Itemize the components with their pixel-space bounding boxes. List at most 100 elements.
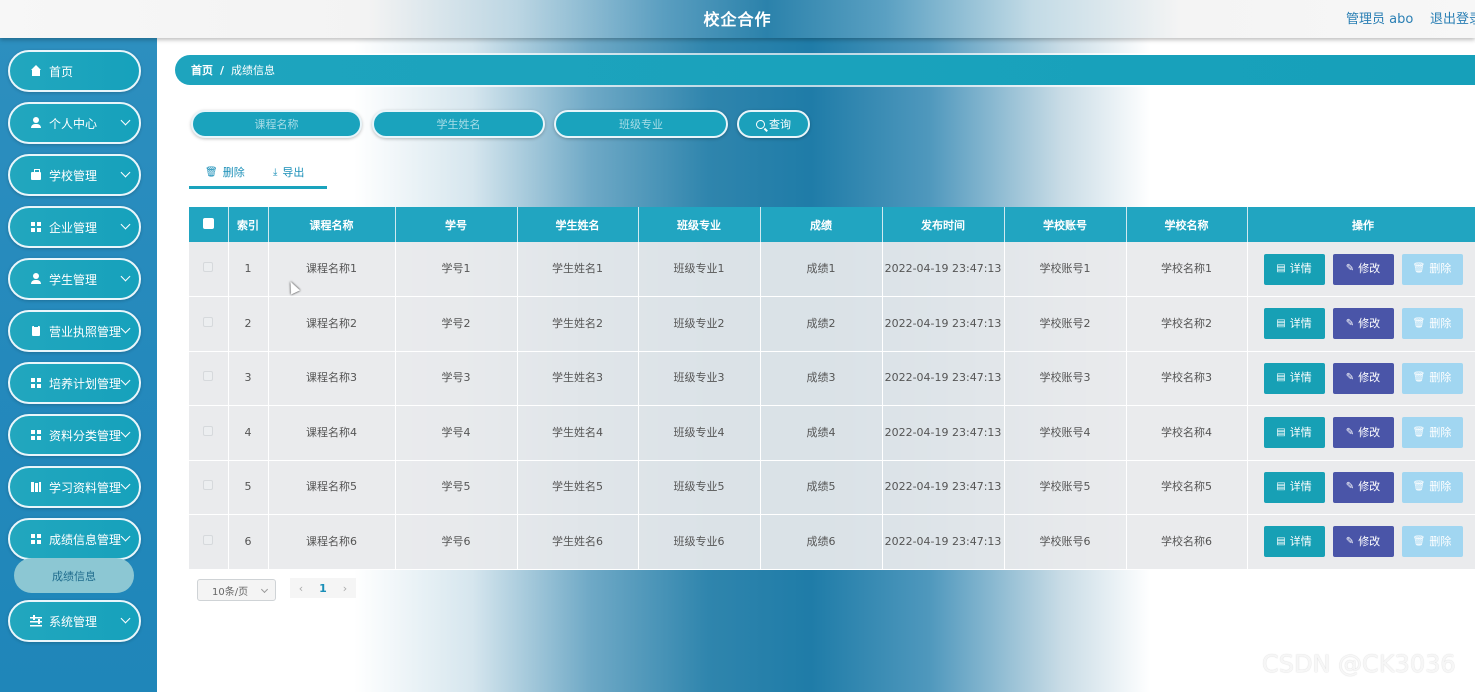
breadcrumb-home[interactable]: 首页 <box>191 62 213 78</box>
row-checkbox[interactable] <box>203 534 214 545</box>
sidebar-item-6[interactable]: 营业执照管理 <box>8 310 141 352</box>
export-label: 导出 <box>282 166 305 179</box>
sidebar-item-5[interactable]: 学生管理 <box>8 258 141 300</box>
row-checkbox[interactable] <box>203 480 214 491</box>
detail-button-label: 详情 <box>1289 262 1312 275</box>
table-cell: 学号4 <box>395 405 518 461</box>
detail-button-label: 详情 <box>1289 316 1312 330</box>
document-icon: ▤ <box>1276 372 1286 384</box>
student-name-search-input[interactable] <box>372 110 545 138</box>
delete-button[interactable]: 🗑 删除 <box>1401 362 1463 394</box>
table-cell: 学校账号4 <box>1004 405 1127 461</box>
page-number-current[interactable]: 1 <box>312 582 334 595</box>
batch-delete-button[interactable]: 🗑 删除 <box>205 164 245 180</box>
table-cell: 2022-04-19 23:47:13 <box>882 405 1005 461</box>
delete-button[interactable]: 🗑 删除 <box>1401 417 1463 449</box>
sidebar-item-label: 企业管理 <box>49 220 98 235</box>
delete-button[interactable]: 🗑 删除 <box>1401 253 1463 285</box>
select-all-checkbox[interactable] <box>202 217 214 229</box>
search-button-label: 查询 <box>769 118 791 131</box>
row-checkbox[interactable] <box>203 262 214 272</box>
chevron-down-icon <box>120 323 131 334</box>
detail-button[interactable]: ▤ 详情 <box>1263 253 1325 285</box>
sidebar-item-label: 学生管理 <box>49 272 98 287</box>
sidebar-item-1[interactable]: 首页 <box>8 50 141 92</box>
row-select-cell <box>189 514 229 570</box>
delete-button[interactable]: 🗑 删除 <box>1401 526 1463 558</box>
detail-button[interactable]: ▤ 详情 <box>1263 362 1325 394</box>
detail-button-label: 详情 <box>1289 425 1312 439</box>
delete-button[interactable]: 🗑 删除 <box>1401 308 1463 340</box>
table-row: 2 课程名称2 学号2 学生姓名2 班级专业2 成绩2 2022-04-19 23:47:1… <box>189 296 1475 352</box>
document-icon: ▤ <box>1276 535 1286 547</box>
sidebar-item-7[interactable]: 培养计划管理 <box>8 362 141 404</box>
detail-button[interactable]: ▤ 详情 <box>1263 526 1325 558</box>
course-name-search-input[interactable] <box>191 110 362 138</box>
export-button[interactable]: ⤓ 导出 <box>273 164 304 180</box>
detail-button[interactable]: ▤ 详情 <box>1263 308 1325 340</box>
sidebar-item-9[interactable]: 学习资料管理 <box>8 466 141 508</box>
delete-button-label: 删除 <box>1429 480 1452 494</box>
admin-label[interactable]: 管理员 abo <box>1346 8 1413 27</box>
table-cell: 2022-04-19 23:47:13 <box>882 296 1005 352</box>
table-cell: 成绩4 <box>760 405 883 461</box>
page-size-select[interactable]: 10条/页 <box>197 579 276 601</box>
row-checkbox[interactable] <box>203 316 214 327</box>
row-actions-cell: ▤ 详情 ✎ 修改 🗑 删除 <box>1247 296 1475 352</box>
trash-icon: 🗑 <box>1412 535 1426 547</box>
sidebar-item-label: 资料分类管理 <box>49 428 122 443</box>
column-header: 操作 <box>1247 207 1475 242</box>
detail-button[interactable]: ▤ 详情 <box>1263 417 1325 449</box>
next-page-button[interactable]: › <box>334 582 356 595</box>
pencil-icon: ✎ <box>1345 372 1355 384</box>
table-cell: 学校名称1 <box>1126 242 1248 297</box>
table-cell: 学号5 <box>395 460 518 515</box>
prev-page-button[interactable]: ‹ <box>290 582 312 595</box>
sidebar-item-label: 系统管理 <box>49 614 98 629</box>
edit-button[interactable]: ✎ 修改 <box>1332 526 1394 558</box>
pencil-icon: ✎ <box>1345 535 1355 547</box>
row-checkbox[interactable] <box>203 425 214 436</box>
search-button[interactable]: 查询 <box>737 110 810 138</box>
table-cell: 班级专业5 <box>638 460 761 515</box>
column-header: 班级专业 <box>638 207 761 242</box>
sidebar-item-4[interactable]: 企业管理 <box>8 206 141 248</box>
sidebar-item-label: 培养计划管理 <box>49 376 122 391</box>
chevron-down-icon <box>260 585 269 594</box>
logout-link[interactable]: 退出登录 <box>1430 8 1475 27</box>
class-major-search-input[interactable] <box>554 110 728 138</box>
sidebar-item-3[interactable]: 学校管理 <box>8 154 141 196</box>
row-actions-cell: ▤ 详情 ✎ 修改 🗑 删除 <box>1247 351 1475 406</box>
delete-button[interactable]: 🗑 删除 <box>1401 471 1463 503</box>
edit-button-label: 修改 <box>1358 425 1381 439</box>
document-icon: ▤ <box>1276 426 1286 438</box>
clipboard-icon <box>30 325 42 337</box>
edit-button[interactable]: ✎ 修改 <box>1332 362 1394 394</box>
table-cell: 1 <box>228 242 269 297</box>
table-cell: 学号1 <box>395 242 518 297</box>
chevron-down-icon <box>120 219 131 230</box>
detail-button[interactable]: ▤ 详情 <box>1263 471 1325 503</box>
table-cell: 学生姓名6 <box>517 514 639 570</box>
grid-icon <box>30 377 42 389</box>
row-select-cell <box>189 351 229 406</box>
row-checkbox[interactable] <box>203 371 214 382</box>
edit-button[interactable]: ✎ 修改 <box>1332 417 1394 449</box>
column-header: 索引 <box>228 207 269 242</box>
sidebar-subitem-score-info[interactable]: 成绩信息 <box>14 558 134 593</box>
user-icon <box>30 273 42 285</box>
detail-button-label: 详情 <box>1289 371 1312 385</box>
edit-button[interactable]: ✎ 修改 <box>1332 471 1394 503</box>
sidebar-item-8[interactable]: 资料分类管理 <box>8 414 141 456</box>
table-cell: 3 <box>228 351 269 406</box>
pencil-icon: ✎ <box>1345 426 1355 438</box>
edit-button[interactable]: ✎ 修改 <box>1332 308 1394 340</box>
sidebar-item-10[interactable]: 成绩信息管理 <box>8 518 141 560</box>
row-select-cell <box>189 460 229 515</box>
sidebar-item-11[interactable]: 系统管理 <box>8 600 141 642</box>
top-header: 校企合作 管理员 abo 退出登录 <box>0 0 1475 38</box>
edit-button-label: 修改 <box>1358 316 1381 330</box>
sidebar-item-2[interactable]: 个人中心 <box>8 102 141 144</box>
edit-button[interactable]: ✎ 修改 <box>1332 253 1394 285</box>
table-cell: 课程名称4 <box>268 405 396 461</box>
